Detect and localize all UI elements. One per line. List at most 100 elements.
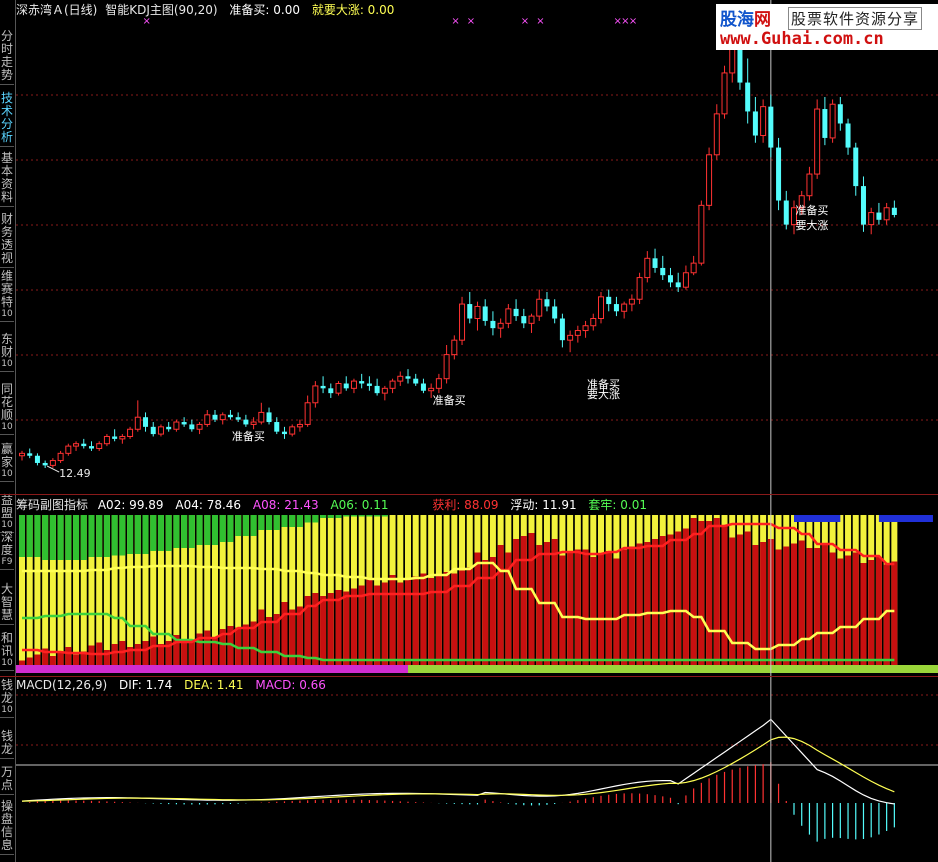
sidebar-item-num: F9 <box>1 557 13 567</box>
candle-body-down <box>235 417 241 420</box>
sidebar-item-12[interactable]: 钱龙 10 <box>0 679 14 718</box>
chip-bar-red <box>729 537 736 665</box>
sidebar-item-10[interactable]: 大智慧 <box>0 583 14 625</box>
sidebar-item-num: 10 <box>1 309 13 319</box>
candle-body-up <box>443 354 450 380</box>
chip-bar-green <box>19 515 25 557</box>
main-header: 深赤湾Ａ(日线) 智能KDJ主图(90,20) 准备买: 0.00 就要大涨: … <box>16 1 402 18</box>
sidebar-item-5[interactable]: 东财 10 <box>0 333 14 372</box>
candle-body-up <box>173 421 180 430</box>
sidebar-item-1[interactable]: 技术分析 <box>0 91 14 147</box>
macd-panel[interactable]: MACD(12,26,9) DIF: 1.74 DEA: 1.41 MACD: … <box>16 677 938 862</box>
chip-bar-green <box>250 515 257 536</box>
chip-bar-red <box>443 572 450 665</box>
chip-bar-red <box>628 546 635 665</box>
chip-bar-green <box>127 515 134 554</box>
candle-body-down <box>768 106 774 148</box>
candle-body-down <box>343 383 349 389</box>
sidebar-item-label: 益盟 <box>0 493 13 520</box>
candle-body-down <box>490 320 496 329</box>
chip-bar-red <box>389 575 396 665</box>
signal-annotation: 要大涨 <box>587 387 620 401</box>
trapped-value: 套牢: 0.01 <box>588 498 647 512</box>
chip-bar-red <box>852 552 859 665</box>
chip-bar-green <box>157 515 164 551</box>
chip-bar-red <box>188 639 195 665</box>
chip-bar-green <box>212 515 218 545</box>
chip-bar-red <box>482 560 489 665</box>
candle-body-down <box>143 417 149 427</box>
candle-body-down <box>776 147 782 201</box>
sidebar-item-7[interactable]: 赢家 10 <box>0 443 14 482</box>
candle-body-down <box>212 414 218 420</box>
sidebar-item-label: 维赛特 <box>0 269 13 309</box>
candle-body-down <box>860 186 866 225</box>
chip-bar-red <box>760 542 767 665</box>
sidebar-item-13[interactable]: 钱龙 <box>0 730 14 759</box>
chip-bar-green <box>57 515 64 560</box>
candle-body-up <box>621 303 628 312</box>
candle-body-down <box>606 296 612 305</box>
candle-body-up <box>505 308 512 324</box>
candle-body-up <box>65 445 72 454</box>
chip-bar-green <box>281 515 288 527</box>
chip-bar-red <box>34 654 41 665</box>
chip-bar-red <box>636 543 643 665</box>
candle-body-down <box>189 424 195 430</box>
kline-panel[interactable]: 深赤湾Ａ(日线) 智能KDJ主图(90,20) 准备买: 0.00 就要大涨: … <box>16 0 938 494</box>
chip-bar-green <box>80 515 87 560</box>
chip-bar-red <box>667 534 674 665</box>
candle-body-up <box>451 339 458 356</box>
chip-bar-red <box>621 549 628 665</box>
candlestick-chart[interactable]: × × × × × × × ×12.49准备买准备买准备买要大涨准备买要大涨 <box>16 0 938 494</box>
sidebar-item-label: 深度 <box>0 530 13 557</box>
candle-body-down <box>544 299 550 307</box>
sidebar-item-3[interactable]: 财务透视 <box>0 213 14 268</box>
candle-body-down <box>745 82 751 112</box>
sidebar-item-6[interactable]: 同花顺 10 <box>0 383 14 435</box>
candle-body-up <box>474 305 481 320</box>
chip-bar-green <box>304 515 311 523</box>
chip-bar-red <box>806 548 813 665</box>
sidebar-item-4[interactable]: 维赛特 10 <box>0 269 14 322</box>
chip-bar-red <box>821 545 828 665</box>
chip-bar-green <box>34 515 41 557</box>
chip-bar-red <box>343 591 350 665</box>
sidebar-item-2[interactable]: 基本资料 <box>0 152 14 207</box>
chip-panel[interactable]: 筹码副图指标 A02: 99.89 A04: 78.46 A08: 21.43 … <box>16 495 938 676</box>
sidebar-item-label: 技术分析 <box>0 91 13 144</box>
candle-body-up <box>574 330 581 336</box>
chip-bar-red <box>57 653 64 665</box>
dea-value: DEA: 1.41 <box>184 678 244 692</box>
candle-body-up <box>721 72 728 115</box>
chip-bar-green <box>88 515 95 557</box>
candle-body-up <box>250 421 257 425</box>
chip-bar-red <box>258 609 265 665</box>
sidebar-item-8[interactable]: 益盟 10 <box>0 493 14 533</box>
chip-bar-red <box>204 630 211 665</box>
chip-bar-green <box>335 515 342 518</box>
chip-bar-green <box>26 515 33 557</box>
chip-bar-red <box>590 557 597 665</box>
sidebar-item-num: 10 <box>1 658 13 668</box>
surge-signal-value: 就要大涨: 0.00 <box>311 3 395 17</box>
candle-body-down <box>521 316 527 324</box>
sidebar-item-9[interactable]: 深度 F9 <box>0 530 14 570</box>
candle-body-up <box>682 272 689 288</box>
chip-bar-red <box>489 557 496 665</box>
chip-chart[interactable] <box>16 495 938 676</box>
candle-body-down <box>420 383 426 391</box>
candle-body-down <box>366 383 372 386</box>
chip-bar-red <box>644 542 651 665</box>
chip-bar-red <box>574 549 581 665</box>
sidebar-item-11[interactable]: 和讯 10 <box>0 632 14 671</box>
macd-chart[interactable] <box>16 677 938 862</box>
candle-body-down <box>482 306 488 321</box>
sidebar-item-15[interactable]: 操盘信息 <box>0 800 14 855</box>
candle-body-up <box>459 303 466 341</box>
profit-value: 获利: 88.09 <box>432 498 499 512</box>
candle-body-down <box>837 104 843 124</box>
sidebar-item-0[interactable]: 分时走势 <box>0 30 14 85</box>
candle-body-down <box>274 422 280 432</box>
sidebar-item-14[interactable]: 万点 <box>0 766 14 795</box>
